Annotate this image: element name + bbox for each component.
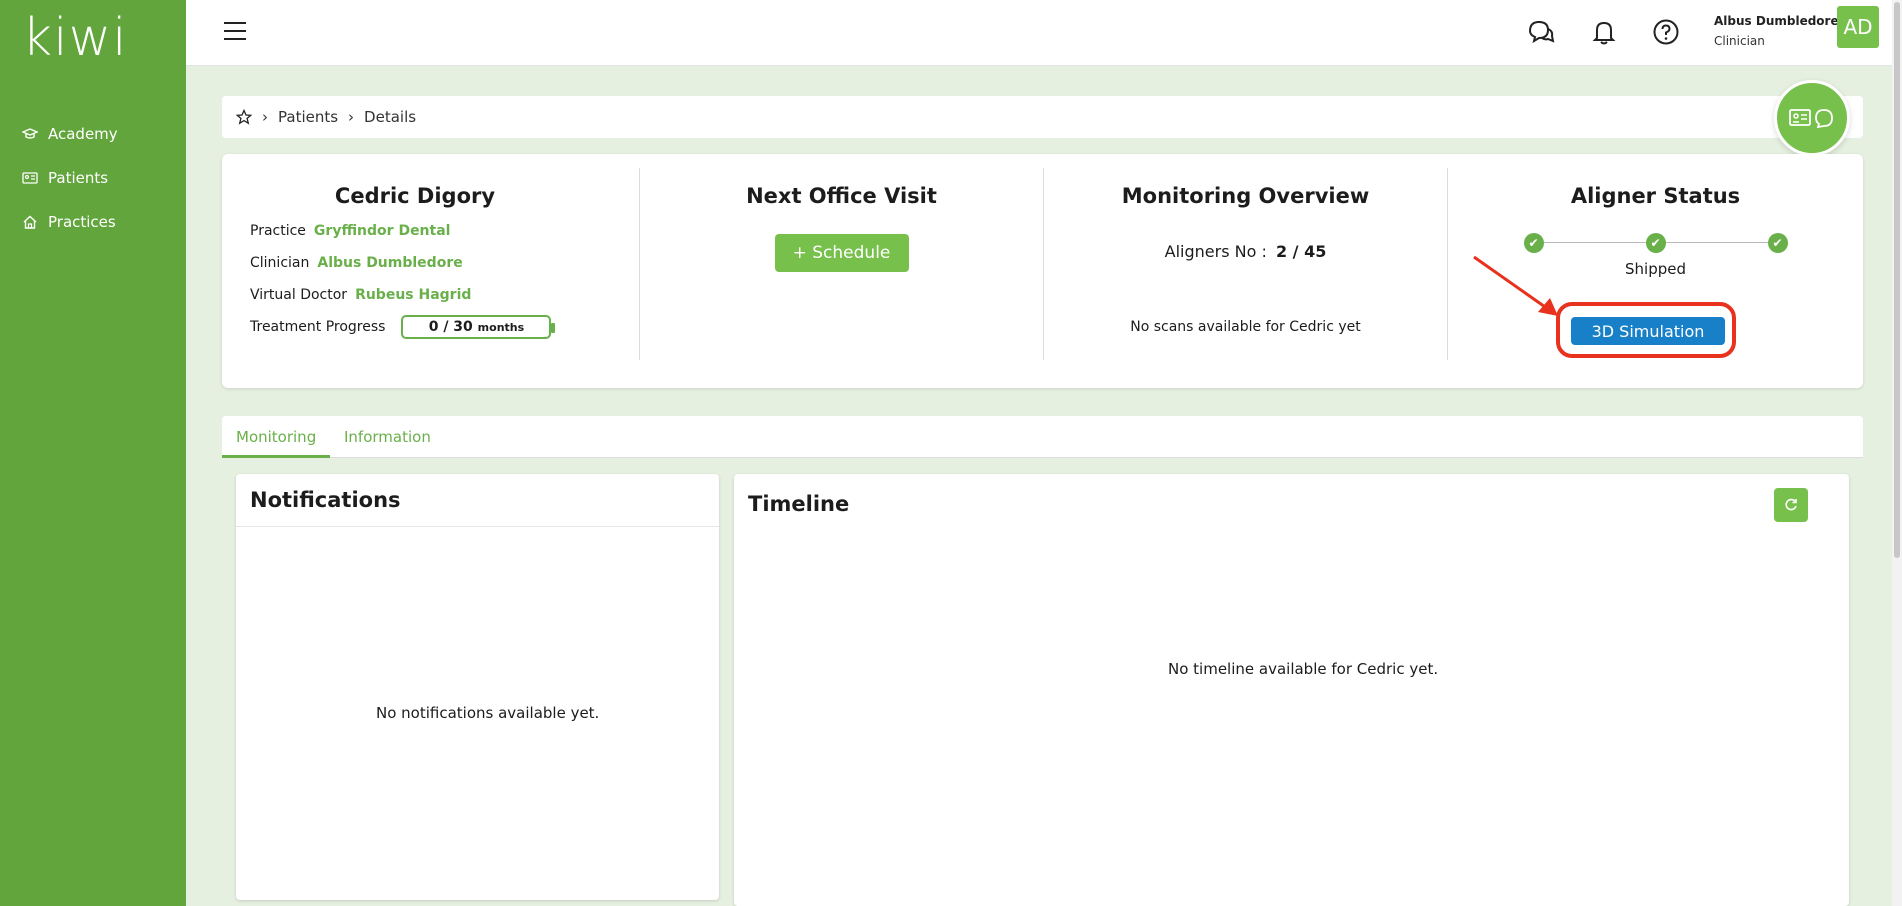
kiwi-logo[interactable]: kiwi: [22, 8, 128, 68]
notifications-title: Notifications: [250, 488, 401, 512]
next-visit-column: Next Office Visit + Schedule: [640, 168, 1043, 360]
sidebar-nav: Academy Patients Practices: [22, 112, 118, 244]
treatment-progress-unit: months: [477, 321, 525, 334]
check-icon: ✔: [1767, 233, 1788, 253]
scrollbar-thumb[interactable]: [1894, 2, 1900, 558]
treatment-progress-row: Treatment Progress 0 / 30 months: [250, 315, 580, 339]
aligner-status-title: Aligner Status: [1570, 184, 1741, 208]
user-info[interactable]: Albus Dumbledore Clinician: [1714, 14, 1839, 48]
aligner-status-stepper: ✔ ✔ ✔: [1523, 232, 1788, 254]
id-card-chat-icon: [1789, 109, 1833, 129]
virtual-doctor-row: Virtual Doctor Rubeus Hagrid: [250, 284, 580, 306]
timeline-panel: Timeline No timeline available for Cedri…: [734, 474, 1849, 906]
bell-icon[interactable]: [1589, 17, 1619, 47]
breadcrumb: › Patients › Details: [222, 96, 1863, 138]
notifications-panel: Notifications No notifications available…: [236, 474, 719, 900]
sidebar: kiwi Academy Patients Practices: [0, 0, 186, 906]
breadcrumb-details: Details: [364, 108, 417, 126]
annotation-arrow: [1473, 255, 1558, 316]
no-notifications-message: No notifications available yet.: [376, 704, 600, 722]
next-visit-title: Next Office Visit: [746, 184, 937, 208]
treatment-progress-value: 0 / 30: [428, 319, 473, 335]
chat-bubbles-icon[interactable]: [1526, 17, 1556, 47]
clinician-label: Clinician: [250, 255, 310, 271]
home-icon: [23, 215, 37, 229]
3d-simulation-button[interactable]: 3D Simulation: [1571, 317, 1725, 345]
top-bar: [186, 0, 1892, 66]
virtual-doctor-label: Virtual Doctor: [250, 287, 348, 303]
chevron-right-icon: ›: [348, 108, 355, 126]
treatment-progress-battery: 0 / 30 months: [401, 315, 556, 339]
sidebar-item-patients[interactable]: Patients: [22, 156, 118, 200]
schedule-button[interactable]: + Schedule: [774, 234, 909, 272]
sidebar-item-label: Practices: [48, 213, 116, 231]
page-scrollbar[interactable]: [1892, 0, 1902, 906]
sidebar-item-label: Academy: [48, 125, 118, 143]
contact-chat-button[interactable]: [1774, 80, 1850, 156]
sidebar-item-practices[interactable]: Practices: [22, 200, 118, 244]
star-icon[interactable]: [236, 109, 252, 125]
virtual-doctor-link[interactable]: Rubeus Hagrid: [355, 287, 471, 303]
breadcrumb-patients[interactable]: Patients: [278, 108, 338, 126]
aligners-count: Aligners No : 2 / 45: [1044, 242, 1447, 261]
refresh-icon: [1785, 498, 1797, 511]
monitoring-overview-column: Monitoring Overview Aligners No : 2 / 45…: [1044, 168, 1447, 360]
aligners-label: Aligners No :: [1164, 242, 1267, 261]
graduation-cap-icon: [22, 128, 38, 139]
user-role: Clinician: [1714, 34, 1765, 48]
no-scans-message: No scans available for Cedric yet: [1130, 319, 1361, 335]
practice-row: Practice Gryffindor Dental: [250, 220, 580, 242]
menu-icon[interactable]: [224, 22, 246, 42]
check-icon: ✔: [1645, 233, 1666, 253]
active-tab-indicator: [222, 455, 330, 458]
treatment-progress-label: Treatment Progress: [250, 319, 386, 335]
check-icon: ✔: [1523, 233, 1544, 253]
aligners-value: 2 / 45: [1275, 242, 1327, 261]
sidebar-item-academy[interactable]: Academy: [22, 112, 118, 156]
practice-link[interactable]: Gryffindor Dental: [314, 223, 451, 239]
avatar[interactable]: AD: [1837, 6, 1879, 48]
no-timeline-message: No timeline available for Cedric yet.: [1168, 660, 1439, 678]
user-name: Albus Dumbledore: [1714, 14, 1839, 28]
clinician-row: Clinician Albus Dumbledore: [250, 252, 580, 274]
tab-monitoring[interactable]: Monitoring: [236, 428, 316, 446]
help-icon[interactable]: [1651, 17, 1681, 47]
sidebar-item-label: Patients: [48, 169, 109, 187]
practice-label: Practice: [250, 223, 306, 239]
patient-info-column: Cedric Digory Practice Gryffindor Dental…: [250, 168, 580, 360]
chevron-right-icon: ›: [262, 108, 268, 126]
monitoring-title: Monitoring Overview: [1121, 184, 1370, 208]
refresh-timeline-button[interactable]: [1774, 488, 1808, 522]
patient-name: Cedric Digory: [334, 184, 496, 208]
detail-tabs: Monitoring Information: [222, 416, 1863, 458]
id-card-icon: [22, 172, 38, 184]
timeline-title: Timeline: [748, 492, 850, 516]
tab-information[interactable]: Information: [344, 428, 431, 446]
clinician-link[interactable]: Albus Dumbledore: [317, 255, 462, 271]
